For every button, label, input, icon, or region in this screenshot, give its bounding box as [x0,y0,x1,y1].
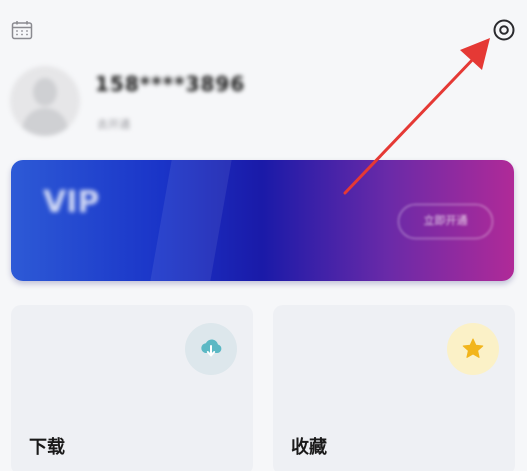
download-icon-badge [185,323,237,375]
favorite-tile[interactable]: 收藏 [273,305,515,471]
cloud-download-icon [201,339,222,357]
download-label: 下载 [29,437,65,458]
profile-subline: 去开通 [97,118,130,131]
calendar-icon[interactable] [11,20,33,40]
vip-open-button[interactable]: 立即开通 [398,204,493,239]
settings-icon[interactable] [492,18,516,42]
profile-section[interactable]: 158****3896 去开通 [0,60,527,155]
star-icon [462,338,484,358]
avatar[interactable] [10,66,80,136]
vip-card[interactable]: VIP 立即开通 [11,160,514,281]
phone-number: 158****3896 [95,72,246,96]
top-bar [0,0,527,60]
favorite-label: 收藏 [291,437,327,458]
vip-title: VIP [43,185,100,220]
download-tile[interactable]: 下载 [11,305,253,471]
favorite-icon-badge [447,323,499,375]
